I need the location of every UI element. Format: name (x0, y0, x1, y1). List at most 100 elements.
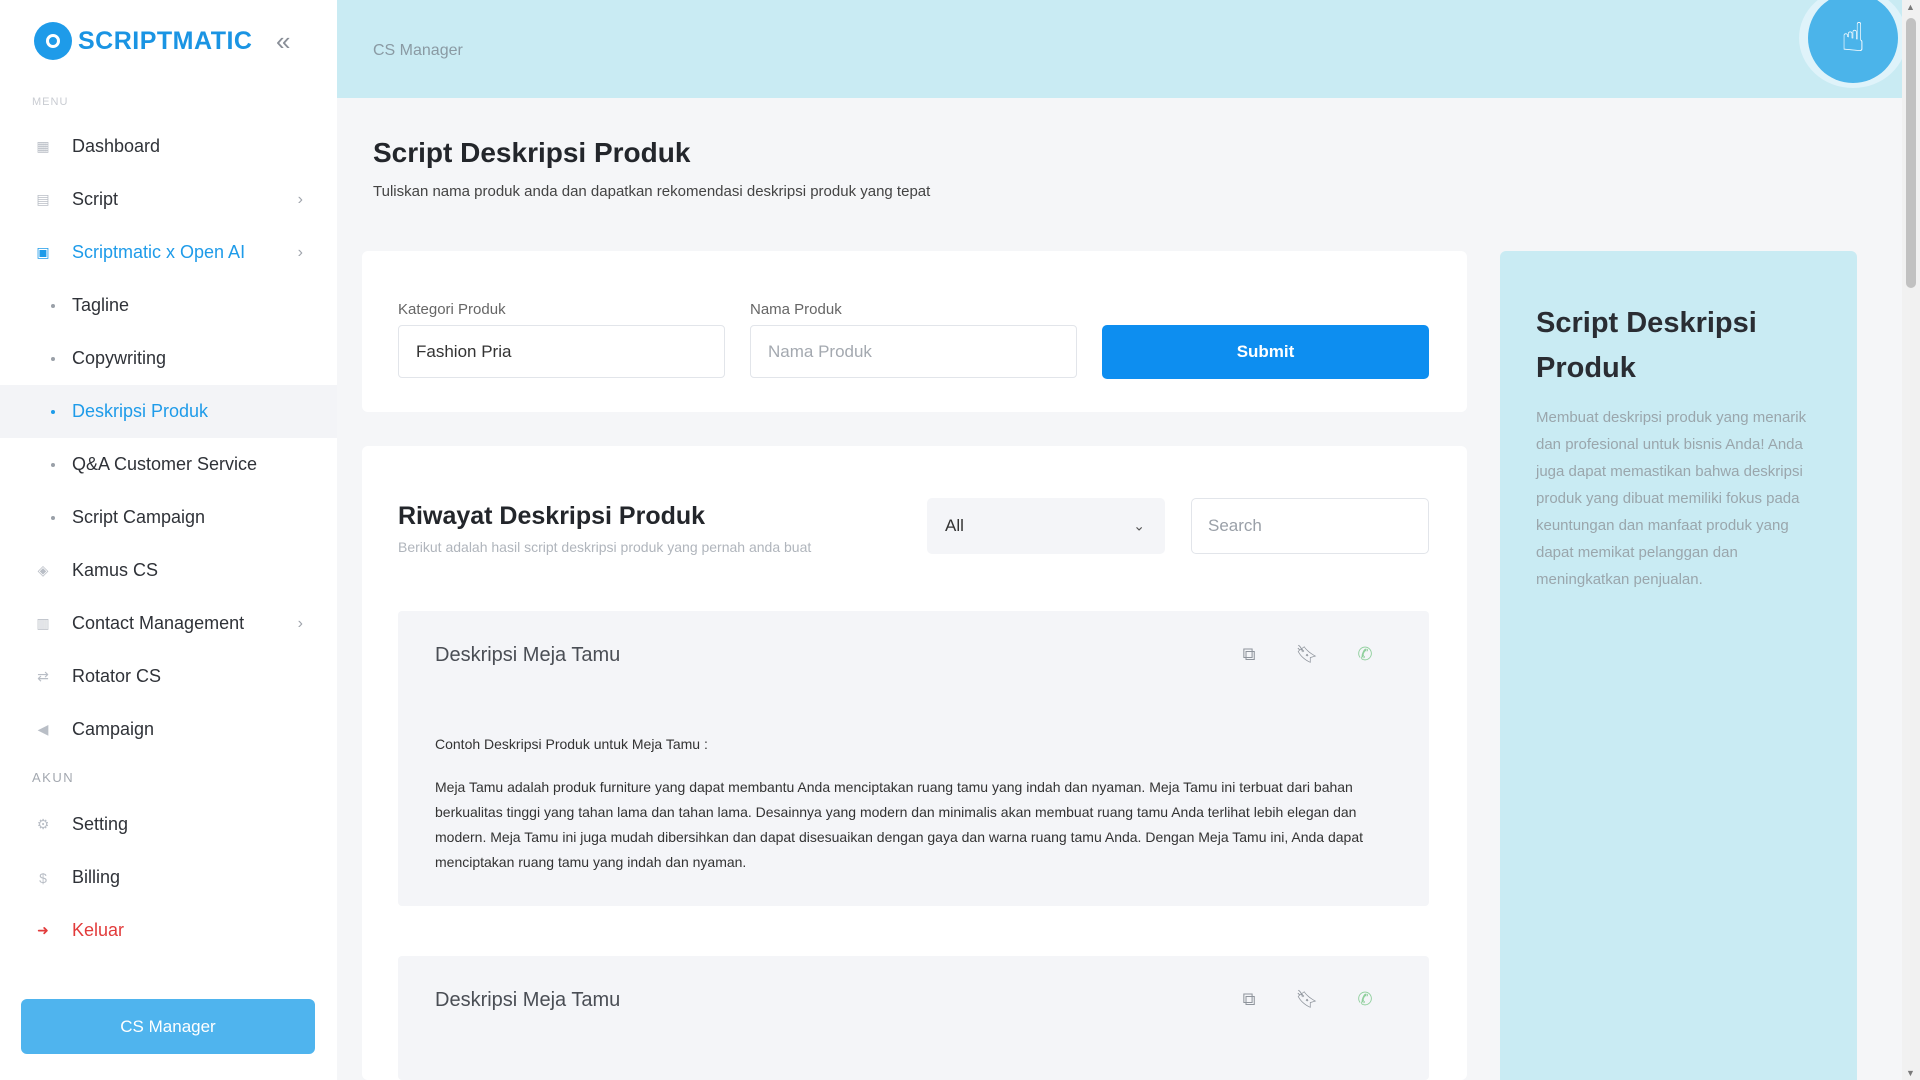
product-name-placeholder: Nama Produk (768, 341, 872, 361)
sidebar-item-label: Keluar (72, 920, 125, 940)
sidebar-item-label: Rotator CS (72, 666, 162, 686)
sidebar-item-script[interactable]: ▤ Script › (0, 173, 337, 226)
info-panel: Script Deskripsi Produk Membuat deskrips… (1500, 251, 1857, 1080)
result-body: Meja Tamu adalah produk furniture yang d… (435, 779, 1363, 870)
whatsapp-icon[interactable]: ✆ (1355, 643, 1375, 665)
sidebar-item-keluar[interactable]: ➜ Keluar (0, 904, 337, 957)
sidebar-item-label: Tagline (72, 295, 130, 315)
sidebar-item-copywriting[interactable]: Copywriting (0, 332, 337, 385)
dollar-icon: $ (39, 869, 47, 886)
sidebar-item-script-campaign[interactable]: Script Campaign (0, 491, 337, 544)
sidebar-item-label: Billing (72, 867, 121, 887)
category-label: Kategori Produk (398, 301, 506, 318)
cs-manager-button[interactable]: CS Manager (21, 999, 315, 1054)
sidebar-item-label: Kamus CS (72, 560, 159, 580)
brand-name: SCRIPTMATIC (78, 26, 253, 55)
sidebar-item-label: Scriptmatic x Open AI (72, 242, 246, 262)
sidebar-item-campaign[interactable]: ◀ Campaign (0, 703, 337, 756)
sidebar-item-dashboard[interactable]: ▦ Dashboard (0, 120, 337, 173)
megaphone-icon: ◀ (37, 721, 49, 737)
sidebar-item-deskripsi-produk[interactable]: Deskripsi Produk (0, 385, 337, 438)
rotate-icon: ⇄ (37, 668, 49, 684)
submit-button[interactable]: Submit (1102, 325, 1429, 379)
menu-section-label: MENU (32, 96, 69, 108)
result-title: Deskripsi Meja Tamu (435, 989, 621, 1011)
brand-logo[interactable]: SCRIPTMATIC (34, 22, 252, 60)
copy-icon[interactable]: ⧉ (1239, 988, 1259, 1010)
sidebar-item-qa-customer-service[interactable]: Q&A Customer Service (0, 438, 337, 491)
history-title: Riwayat Deskripsi Produk (398, 502, 706, 530)
topbar: CS Manager ☝ (337, 0, 1907, 98)
page-scrollbar[interactable]: ▲ ▼ (1902, 0, 1920, 1080)
sidebar-item-scriptmatic-openai[interactable]: ▣ Scriptmatic x Open AI › (0, 226, 337, 279)
result-actions: ⧉ 🔖︎ ✆ (1239, 643, 1375, 665)
bookmark-icon[interactable]: 🔖︎ (1296, 988, 1319, 1010)
product-name-input[interactable]: Nama Produk (750, 325, 1077, 378)
sidebar-item-label: Script Campaign (72, 507, 206, 527)
category-field[interactable]: Fashion Pria (398, 325, 725, 378)
sidebar-nav: ▦ Dashboard ▤ Script › ▣ Scriptmatic x O… (0, 120, 337, 957)
copy-icon[interactable]: ⧉ (1239, 643, 1259, 665)
result-lead: Contoh Deskripsi Produk untuk Meja Tamu … (435, 736, 708, 752)
chevron-right-icon: › (297, 190, 303, 208)
sidebar-item-label: Q&A Customer Service (72, 454, 258, 474)
history-subtitle: Berikut adalah hasil script deskripsi pr… (398, 539, 812, 555)
scrollbar-thumb[interactable] (1906, 18, 1916, 288)
search-input[interactable]: Search (1191, 498, 1429, 554)
breadcrumb[interactable]: CS Manager (373, 42, 463, 60)
result-actions: ⧉ 🔖︎ ✆ (1239, 988, 1375, 1010)
result-item: Deskripsi Meja Tamu ⧉ 🔖︎ ✆ (398, 956, 1429, 1080)
sidebar-item-label: Campaign (72, 719, 155, 739)
sidebar-item-label: Setting (72, 814, 129, 834)
bullet-icon (51, 515, 55, 520)
bullet-icon (51, 409, 55, 414)
logout-icon: ➜ (37, 922, 49, 938)
result-title: Deskripsi Meja Tamu (435, 644, 621, 666)
avatar[interactable]: ☝ (1799, 0, 1907, 88)
contacts-icon: ▥ (36, 615, 50, 631)
sidebar-item-label: Copywriting (72, 348, 167, 368)
filter-select[interactable]: All ⌄ (927, 498, 1165, 554)
sidebar-item-label: Deskripsi Produk (72, 401, 209, 421)
page-title: Script Deskripsi Produk (373, 137, 691, 168)
sidebar-item-label: Contact Management (72, 613, 245, 633)
sidebar-item-kamus-cs[interactable]: ◈ Kamus CS (0, 544, 337, 597)
account-section-label: AKUN (32, 769, 75, 785)
category-value: Fashion Pria (416, 341, 512, 361)
sidebar-item-rotator-cs[interactable]: ⇄ Rotator CS (0, 650, 337, 703)
sidebar-item-contact-management[interactable]: ▥ Contact Management › (0, 597, 337, 650)
dashboard-icon: ▦ (36, 138, 50, 154)
info-title: Script Deskripsi Produk (1536, 307, 1757, 384)
scroll-up-icon[interactable]: ▲ (1906, 2, 1915, 12)
whatsapp-icon[interactable]: ✆ (1355, 988, 1375, 1010)
logo-icon (34, 22, 72, 60)
hand-pointer-icon: ☝ (1808, 0, 1898, 83)
sidebar-item-setting[interactable]: ⚙ Setting (0, 798, 337, 851)
product-form-card: Kategori Produk Fashion Pria Nama Produk… (362, 251, 1467, 412)
chevron-right-icon: › (297, 614, 303, 632)
script-icon: ▤ (36, 191, 50, 207)
sidebar-item-billing[interactable]: $ Billing (0, 851, 337, 904)
search-placeholder: Search (1208, 516, 1262, 535)
product-name-label: Nama Produk (750, 301, 842, 318)
chevron-down-icon: ⌄ (1133, 517, 1145, 534)
filter-value: All (945, 516, 964, 535)
sidebar-item-label: Script (72, 189, 119, 209)
bullet-icon (51, 303, 55, 308)
bookmark-icon[interactable]: 🔖︎ (1296, 643, 1319, 665)
sidebar-item-label: Dashboard (72, 136, 161, 156)
sidebar: SCRIPTMATIC « MENU ▦ Dashboard ▤ Script … (0, 0, 337, 1080)
chevron-right-icon: › (297, 243, 303, 261)
scroll-down-icon[interactable]: ▼ (1906, 1068, 1915, 1078)
gear-icon: ⚙ (36, 816, 50, 832)
bullet-icon (51, 356, 55, 361)
sidebar-item-tagline[interactable]: Tagline (0, 279, 337, 332)
result-item: Deskripsi Meja Tamu ⧉ 🔖︎ ✆ Contoh Deskri… (398, 611, 1429, 906)
bullet-icon (51, 462, 55, 467)
info-body: Membuat deskripsi produk yang menarik da… (1536, 409, 1807, 588)
history-card: Riwayat Deskripsi Produk Berikut adalah … (362, 446, 1467, 1080)
book-icon: ◈ (37, 562, 49, 578)
robot-icon: ▣ (36, 244, 50, 260)
page-subtitle: Tuliskan nama produk anda dan dapatkan r… (373, 183, 931, 200)
collapse-sidebar-icon[interactable]: « (276, 26, 290, 57)
